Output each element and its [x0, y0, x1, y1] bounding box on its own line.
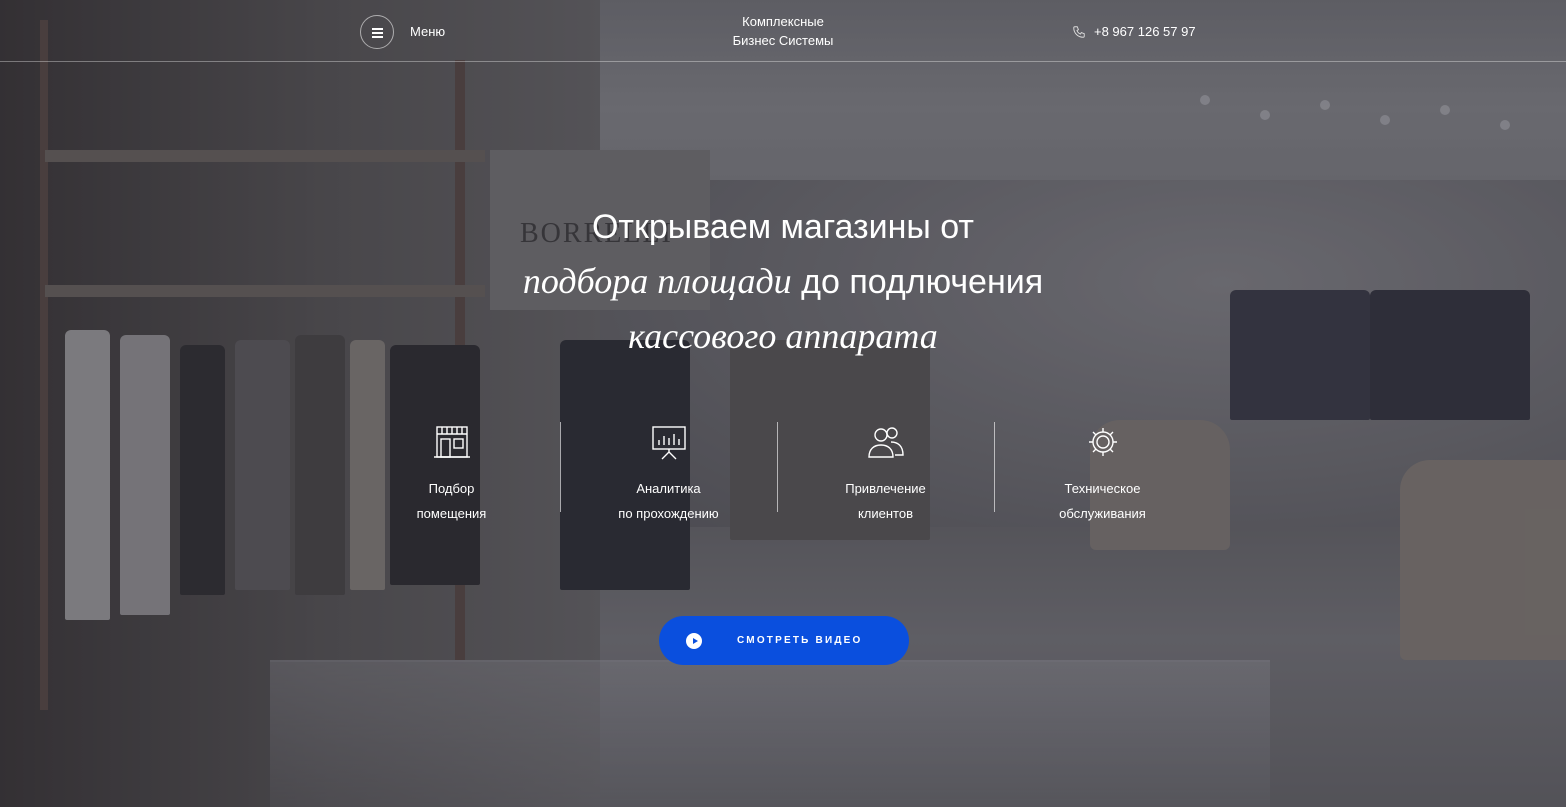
- hero-line-2: подбора площади до подлючения: [440, 254, 1126, 309]
- feature-analytics-line-1: Аналитика: [636, 481, 701, 496]
- feature-maintenance-line-2: обслуживания: [1059, 506, 1146, 521]
- hero-line-1: Открываем магазины от: [591, 208, 974, 246]
- hero-line-2-italic: подбора площади: [522, 261, 792, 301]
- play-icon: [686, 632, 702, 649]
- menu-label[interactable]: Меню: [410, 24, 445, 39]
- users-icon: [867, 427, 904, 458]
- phone-number: +8 967 126 57 97: [1094, 24, 1196, 39]
- watch-video-label: СМОТРЕТЬ ВИДЕО: [737, 635, 863, 646]
- brand-line-1: Комплексные: [742, 14, 824, 29]
- feature-clients: Привлечение клиентов: [777, 420, 994, 521]
- hero-line-3: кассового аппарата: [628, 316, 938, 356]
- feature-maintenance: Техническое обслуживания: [994, 420, 1211, 521]
- site-logo-text[interactable]: Комплексные Бизнес Системы: [683, 12, 883, 50]
- feature-clients-line-2: клиентов: [857, 506, 914, 521]
- storefront-icon: [433, 426, 470, 458]
- feature-analytics-line-2: по прохождению: [618, 506, 719, 521]
- feature-premises-line-1: Подбор: [428, 481, 475, 496]
- feature-maintenance-line-1: Техническое: [1064, 481, 1141, 496]
- phone-link[interactable]: +8 967 126 57 97: [1072, 24, 1196, 39]
- site-header: Меню Комплексные Бизнес Системы +8 967 1…: [0, 0, 1566, 62]
- brand-line-2: Бизнес Системы: [732, 33, 834, 48]
- menu-button[interactable]: [360, 15, 394, 49]
- presentation-chart-icon: [651, 426, 686, 460]
- watch-video-button[interactable]: СМОТРЕТЬ ВИДЕО: [659, 616, 909, 665]
- feature-clients-line-1: Привлечение: [845, 481, 926, 496]
- gear-icon: [1088, 428, 1117, 456]
- hero-background-image: BORRELLI: [0, 0, 1566, 807]
- feature-premises-line-2: помещения: [416, 506, 487, 521]
- hero-heading: Открываем магазины от подбора площади до…: [440, 200, 1126, 363]
- hamburger-icon: [371, 27, 383, 38]
- phone-icon: [1073, 25, 1085, 38]
- features-row: Подбор помещения Аналитика по прохождени…: [343, 420, 1213, 521]
- hero-line-2-rest: до подлючения: [791, 263, 1044, 301]
- feature-analytics: Аналитика по прохождению: [560, 420, 777, 521]
- feature-premises: Подбор помещения: [343, 420, 560, 521]
